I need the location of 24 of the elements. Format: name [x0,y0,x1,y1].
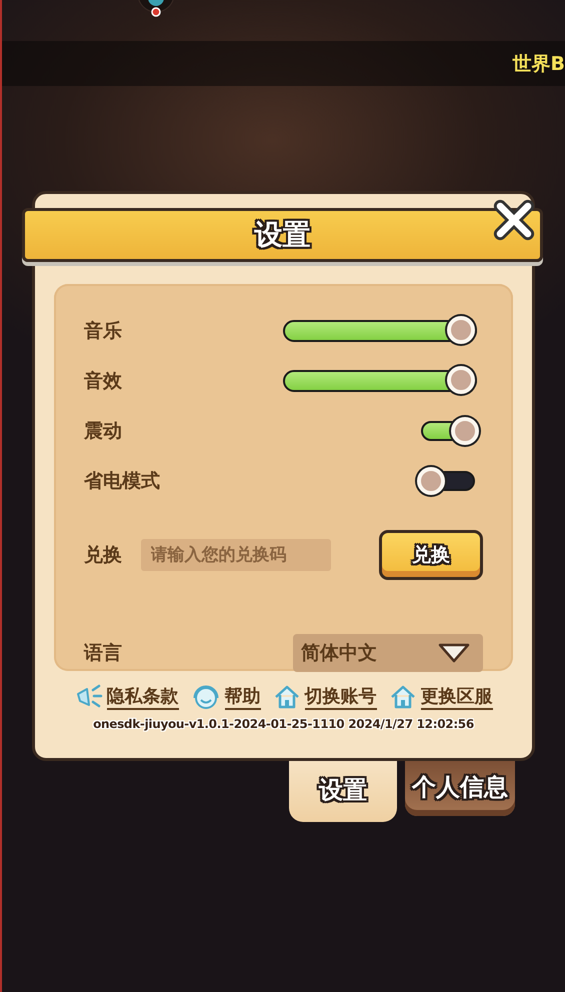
setting-label: 震动 [84,419,122,444]
language-value: 简体中文 [301,641,377,666]
channel-label[interactable]: 世界B [512,50,565,76]
footer-link[interactable]: 帮助 [190,683,260,711]
setting-label: 语言 [84,641,122,666]
footer-link[interactable]: 隐私条款 [74,683,178,711]
dropdown-arrow-icon [437,642,471,664]
code-input-field[interactable]: 请输入您的兑换码 [140,539,330,571]
megaphone-icon [74,684,102,710]
version-text: onesdk-jiuyou-v1.0.1-2024-01-25-1110 2024/1/27 12:02:56 [92,717,475,731]
setting-label: 音乐 [84,319,122,344]
slider-thumb[interactable] [447,366,475,394]
headset-icon [190,683,220,711]
setting-label: 省电模式 [84,469,160,494]
setting-label: 音效 [84,369,122,394]
slider-thumb[interactable] [447,316,475,344]
footer-link[interactable]: 切换账号 [272,683,376,711]
language-dropdown[interactable]: 简体中文 [293,634,483,672]
setting-label: 兑换 [84,543,122,568]
footer-link[interactable]: 更换区服 [388,683,492,711]
tab[interactable]: 个人信息 [405,758,515,816]
house-icon [272,684,300,710]
dialog-title: 设置 [254,217,310,253]
house-icon [388,684,416,710]
